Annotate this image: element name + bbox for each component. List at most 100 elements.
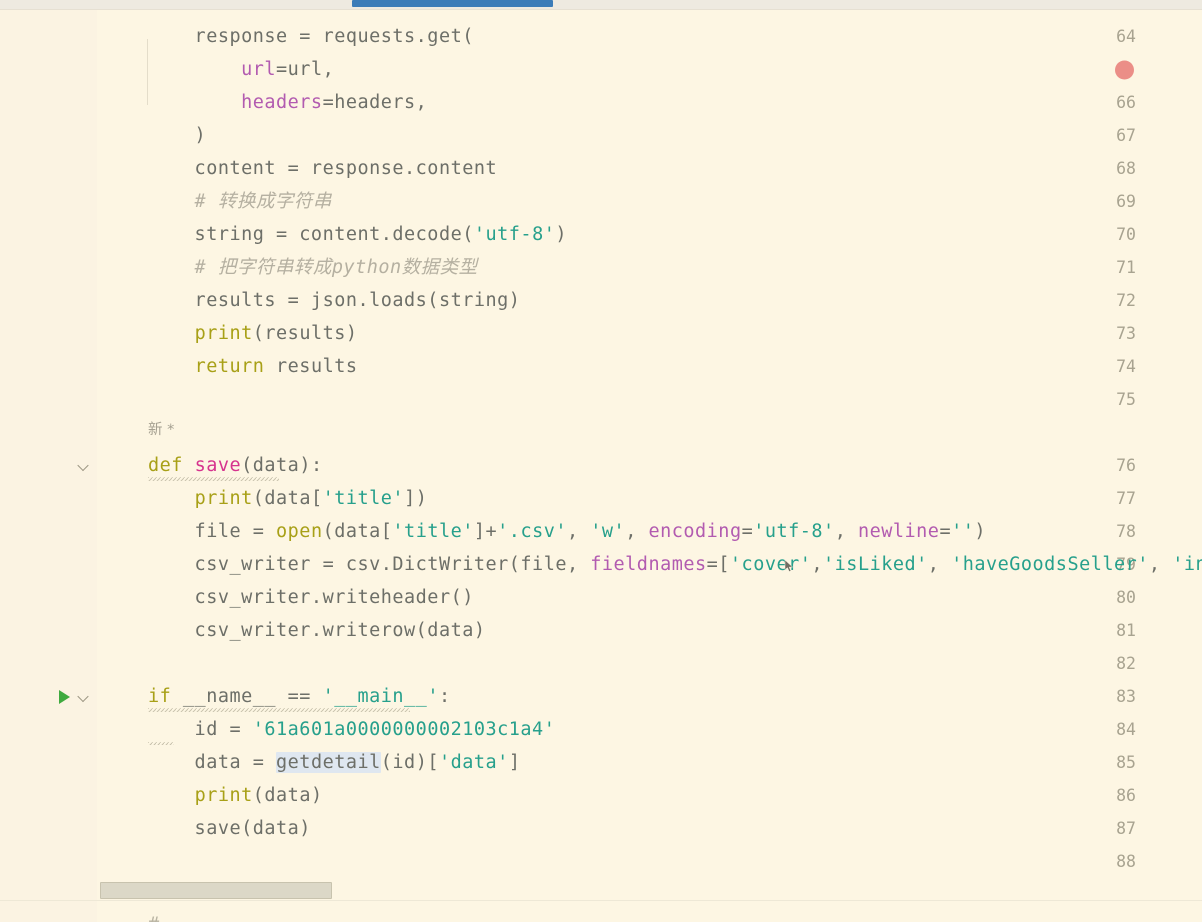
line-number: 76 (1116, 456, 1136, 475)
warning-squiggle-if-main (148, 708, 410, 712)
code-line-row[interactable]: 78 file = open(data['title']+'.csv', 'w'… (0, 515, 1202, 548)
code-line-row[interactable]: 72 results = json.loads(string) (0, 284, 1202, 317)
code-token: , (625, 521, 649, 542)
code-token: def (148, 455, 183, 476)
chevron-down-icon[interactable] (78, 690, 91, 703)
code-token: (results) (252, 323, 358, 344)
code-token: 'utf-8' (473, 224, 556, 245)
line-number: 75 (1116, 390, 1136, 409)
code-line-text[interactable]: # 把字符串转成python数据类型 (148, 251, 478, 284)
line-number: 86 (1116, 786, 1136, 805)
code-line-text[interactable]: # 转换成字符串 (148, 185, 332, 218)
line-number: 85 (1116, 753, 1136, 772)
code-line-row[interactable]: 88 (0, 845, 1202, 878)
code-token: (data): (241, 455, 323, 476)
horizontal-scrollbar-track[interactable] (97, 882, 1202, 899)
code-token: save (194, 455, 242, 476)
code-token: 'title' (392, 521, 474, 542)
code-line-row[interactable]: 87 save(data) (0, 812, 1202, 845)
code-line-text[interactable]: csv_writer.writerow(data) (148, 614, 486, 647)
code-token: encoding (648, 521, 742, 542)
line-number: 68 (1116, 159, 1136, 178)
code-token: csv_writer.writerow(data) (148, 620, 486, 641)
code-token: print (194, 323, 253, 344)
code-line-text[interactable]: response = requests.get( (148, 20, 474, 53)
code-line-row[interactable]: url=url, (0, 53, 1202, 86)
code-token: results (264, 356, 358, 377)
line-number: 74 (1116, 357, 1136, 376)
code-line-row[interactable]: 64 response = requests.get( (0, 20, 1202, 53)
code-token: results = json.loads(string) (148, 290, 521, 311)
breakpoint-icon[interactable] (1092, 53, 1136, 86)
code-line-text[interactable]: headers=headers, (148, 86, 427, 119)
code-token: =[ (706, 554, 730, 575)
code-token: print (194, 488, 253, 509)
code-line-row[interactable]: 84 id = '61a601a0000000002103c1a4' (0, 713, 1202, 746)
code-token: '.csv' (497, 521, 567, 542)
code-line-row[interactable]: 74 return results (0, 350, 1202, 383)
code-line-row[interactable]: 80 csv_writer.writeheader() (0, 581, 1202, 614)
code-token: __name__ == (171, 686, 323, 707)
code-line-row[interactable]: 73 print(results) (0, 317, 1202, 350)
code-token: 'utf-8' (753, 521, 835, 542)
code-token: csv_writer.writeheader() (148, 587, 474, 608)
code-token: 'data' (438, 752, 509, 773)
warning-squiggle-def-save (148, 477, 279, 481)
code-line-row[interactable]: 71 # 把字符串转成python数据类型 (0, 251, 1202, 284)
inlay-hint-label: 新 * (148, 422, 175, 438)
code-line-text[interactable]: return results (148, 350, 358, 383)
code-token: ) (974, 521, 987, 542)
code-line-text[interactable]: print(results) (148, 317, 358, 350)
code-token: =url, (276, 59, 335, 80)
code-line-row[interactable]: 70 string = content.decode('utf-8') (0, 218, 1202, 251)
editor-body[interactable]: 64 response = requests.get( url=url, 66 h… (0, 9, 1202, 922)
code-token: ]) (404, 488, 428, 509)
code-line-text[interactable]: csv_writer.writeheader() (148, 581, 474, 614)
code-line-text[interactable]: print(data['title']) (148, 482, 427, 515)
code-token: '__main__' (322, 686, 439, 707)
code-token: , (1148, 554, 1173, 575)
code-line-text[interactable]: url=url, (148, 53, 334, 86)
code-line-row[interactable]: 77 print(data['title']) (0, 482, 1202, 515)
code-line-row[interactable]: 68 content = response.content (0, 152, 1202, 185)
code-line-text[interactable]: print(data) (148, 779, 323, 812)
line-number: 73 (1116, 324, 1136, 343)
code-line-text[interactable]: file = open(data['title']+'.csv', 'w', e… (148, 515, 986, 548)
code-line-text[interactable]: string = content.decode('utf-8') (148, 218, 567, 251)
code-line-row[interactable]: 85 data = getdetail(id)['data'] (0, 746, 1202, 779)
code-line-row[interactable]: 67 ) (0, 119, 1202, 152)
code-line-row[interactable]: 69 # 转换成字符串 (0, 185, 1202, 218)
chevron-down-icon[interactable] (78, 459, 91, 472)
modified-inlay-hint: 新 * (148, 419, 174, 441)
code-token: data = (148, 752, 277, 773)
code-line-text[interactable]: ) (148, 119, 206, 152)
line-number: 72 (1116, 291, 1136, 310)
horizontal-scroll-thumb[interactable] (100, 882, 332, 899)
code-line-row[interactable]: 79 csv_writer = csv.DictWriter(file, fie… (0, 548, 1202, 581)
code-line-row[interactable]: 66 headers=headers, (0, 86, 1202, 119)
line-number: 82 (1116, 654, 1136, 673)
code-token: '' (951, 521, 975, 542)
code-token: # 转换成字符串 (148, 191, 332, 212)
code-line-text[interactable]: csv_writer = csv.DictWriter(file, fieldn… (148, 548, 1202, 581)
code-line-text[interactable]: content = response.content (148, 152, 497, 185)
warning-underline-id (148, 742, 174, 745)
code-line-row[interactable]: 86 print(data) (0, 779, 1202, 812)
code-line-row[interactable]: 75 (0, 383, 1202, 416)
editor-top-strip (0, 0, 1202, 10)
run-button-icon[interactable] (59, 689, 70, 704)
code-token: (data) (252, 785, 323, 806)
code-token: # 把字符串转成python数据类型 (148, 257, 478, 278)
code-line-text[interactable]: id = '61a601a0000000002103c1a4' (148, 713, 555, 746)
code-line-text[interactable]: save(data) (148, 812, 311, 845)
code-line-row[interactable]: 82 (0, 647, 1202, 680)
code-line-row[interactable]: 81 csv_writer.writerow(data) (0, 614, 1202, 647)
code-line-text[interactable]: results = json.loads(string) (148, 284, 520, 317)
editor-bottom-divider (0, 900, 1202, 901)
code-line-text[interactable]: data = getdetail(id)['data'] (148, 746, 520, 779)
